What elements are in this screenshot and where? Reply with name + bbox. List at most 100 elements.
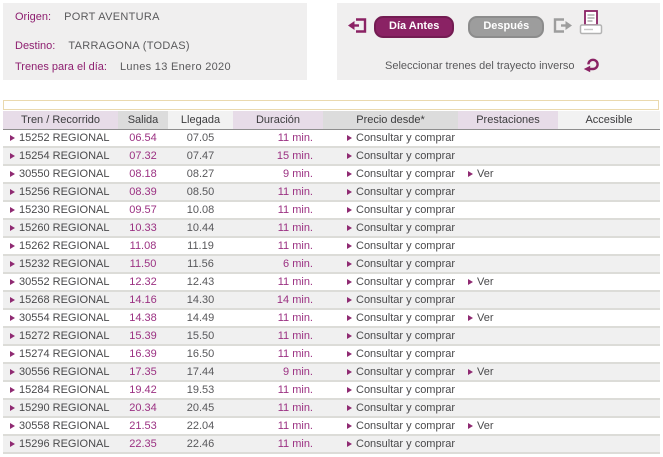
services-ver-link-label: Ver (477, 366, 494, 378)
arrival-time-label: 22.46 (187, 438, 215, 450)
arrival-time: 22.46 (168, 436, 233, 452)
consult-buy-link[interactable]: Consultar y comprar (323, 238, 458, 254)
consult-buy-link[interactable]: Consultar y comprar (323, 310, 458, 326)
services-ver-link[interactable]: Ver (458, 418, 558, 434)
triangle-bullet-icon (468, 171, 473, 177)
services-ver-link[interactable]: Ver (458, 274, 558, 290)
consult-buy-link[interactable]: Consultar y comprar (323, 346, 458, 362)
exit-arrow-left-icon[interactable] (346, 16, 368, 38)
train-link[interactable]: 30556 REGIONAL (3, 364, 118, 380)
printer-icon[interactable] (578, 9, 604, 40)
arrival-time: 14.49 (168, 310, 233, 326)
services-cell (458, 400, 558, 416)
train-link-label: 15290 REGIONAL (19, 402, 110, 414)
next-day-button[interactable]: Después (468, 16, 544, 38)
train-row: 30552 REGIONAL12.3212.4311 min.Consultar… (3, 274, 660, 292)
consult-buy-link[interactable]: Consultar y comprar (323, 436, 458, 452)
return-arrow-icon[interactable] (582, 55, 603, 77)
services-ver-link[interactable]: Ver (458, 310, 558, 326)
services-cell (458, 346, 558, 362)
consult-buy-link[interactable]: Consultar y comprar (323, 418, 458, 434)
train-link-label: 15230 REGIONAL (19, 204, 110, 216)
train-link[interactable]: 15274 REGIONAL (3, 346, 118, 362)
train-link[interactable]: 15268 REGIONAL (3, 292, 118, 308)
consult-buy-link[interactable]: Consultar y comprar (323, 202, 458, 218)
date-value: Lunes 13 Enero 2020 (120, 61, 231, 73)
previous-day-button[interactable]: Día Antes (374, 16, 454, 38)
train-link[interactable]: 15260 REGIONAL (3, 220, 118, 236)
train-link[interactable]: 15232 REGIONAL (3, 256, 118, 272)
train-link[interactable]: 30550 REGIONAL (3, 166, 118, 182)
duration-value: 11 min. (233, 238, 323, 254)
consult-buy-link[interactable]: Consultar y comprar (323, 274, 458, 290)
triangle-bullet-icon (347, 297, 352, 303)
consult-buy-link[interactable]: Consultar y comprar (323, 364, 458, 380)
consult-buy-link-label: Consultar y comprar (356, 420, 455, 432)
inverse-route-link[interactable]: Seleccionar trenes del trayecto inverso (385, 55, 603, 77)
consult-buy-link[interactable]: Consultar y comprar (323, 400, 458, 416)
train-row: 30558 REGIONAL21.5322.0411 min.Consultar… (3, 418, 660, 436)
services-cell (458, 256, 558, 272)
services-cell (458, 436, 558, 452)
accessible-cell (558, 184, 660, 200)
train-link[interactable]: 15284 REGIONAL (3, 382, 118, 398)
consult-buy-link[interactable]: Consultar y comprar (323, 220, 458, 236)
train-link[interactable]: 15272 REGIONAL (3, 328, 118, 344)
train-link-label: 15256 REGIONAL (19, 186, 110, 198)
consult-buy-link[interactable]: Consultar y comprar (323, 328, 458, 344)
accessible-cell (558, 382, 660, 398)
consult-buy-link[interactable]: Consultar y comprar (323, 256, 458, 272)
arrival-time-label: 17.44 (187, 366, 215, 378)
departure-time-label: 22.35 (129, 438, 157, 450)
arrival-time-label: 15.50 (187, 330, 215, 342)
day-nav-row: Día Antes Después (346, 13, 660, 40)
services-ver-link[interactable]: Ver (458, 364, 558, 380)
train-link-label: 15252 REGIONAL (19, 132, 110, 144)
triangle-bullet-icon (347, 423, 352, 429)
arrival-time: 11.56 (168, 256, 233, 272)
col-header-arrival: Llegada (168, 111, 233, 129)
duration-value-label: 11 min. (278, 384, 313, 396)
consult-buy-link[interactable]: Consultar y comprar (323, 148, 458, 164)
services-cell (458, 328, 558, 344)
col-header-duration: Duración (233, 111, 323, 129)
triangle-bullet-icon (347, 333, 352, 339)
accessible-cell (558, 436, 660, 452)
train-row: 15256 REGIONAL08.3908.5011 min.Consultar… (3, 184, 660, 202)
train-link[interactable]: 15230 REGIONAL (3, 202, 118, 218)
triangle-bullet-icon (10, 207, 15, 213)
consult-buy-link[interactable]: Consultar y comprar (323, 382, 458, 398)
train-link[interactable]: 15254 REGIONAL (3, 148, 118, 164)
train-link-label: 30556 REGIONAL (19, 366, 110, 378)
arrival-time: 17.44 (168, 364, 233, 380)
train-link[interactable]: 30552 REGIONAL (3, 274, 118, 290)
triangle-bullet-icon (347, 441, 352, 447)
services-ver-link[interactable]: Ver (458, 166, 558, 182)
consult-buy-link[interactable]: Consultar y comprar (323, 130, 458, 146)
departure-time: 22.35 (118, 436, 168, 452)
train-link[interactable]: 15262 REGIONAL (3, 238, 118, 254)
duration-value: 11 min. (233, 346, 323, 362)
arrival-time-label: 14.30 (187, 294, 215, 306)
train-link-label: 15284 REGIONAL (19, 384, 110, 396)
arrival-time-label: 07.47 (187, 150, 215, 162)
consult-buy-link-label: Consultar y comprar (356, 384, 455, 396)
consult-buy-link[interactable]: Consultar y comprar (323, 292, 458, 308)
departure-time: 14.16 (118, 292, 168, 308)
train-link[interactable]: 15290 REGIONAL (3, 400, 118, 416)
departure-time-label: 14.38 (129, 312, 157, 324)
consult-buy-link[interactable]: Consultar y comprar (323, 184, 458, 200)
consult-buy-link[interactable]: Consultar y comprar (323, 166, 458, 182)
consult-buy-link-label: Consultar y comprar (356, 132, 455, 144)
train-link[interactable]: 30558 REGIONAL (3, 418, 118, 434)
arrival-time-label: 07.05 (187, 132, 215, 144)
exit-arrow-right-icon[interactable] (552, 16, 574, 38)
train-link[interactable]: 15296 REGIONAL (3, 436, 118, 452)
train-row: 15232 REGIONAL11.5011.566 min.Consultar … (3, 256, 660, 274)
services-cell (458, 292, 558, 308)
train-link[interactable]: 15252 REGIONAL (3, 130, 118, 146)
train-link[interactable]: 30554 REGIONAL (3, 310, 118, 326)
train-row: 15252 REGIONAL06.5407.0511 min.Consultar… (3, 130, 660, 148)
train-row: 15274 REGIONAL16.3916.5011 min.Consultar… (3, 346, 660, 364)
train-link[interactable]: 15256 REGIONAL (3, 184, 118, 200)
